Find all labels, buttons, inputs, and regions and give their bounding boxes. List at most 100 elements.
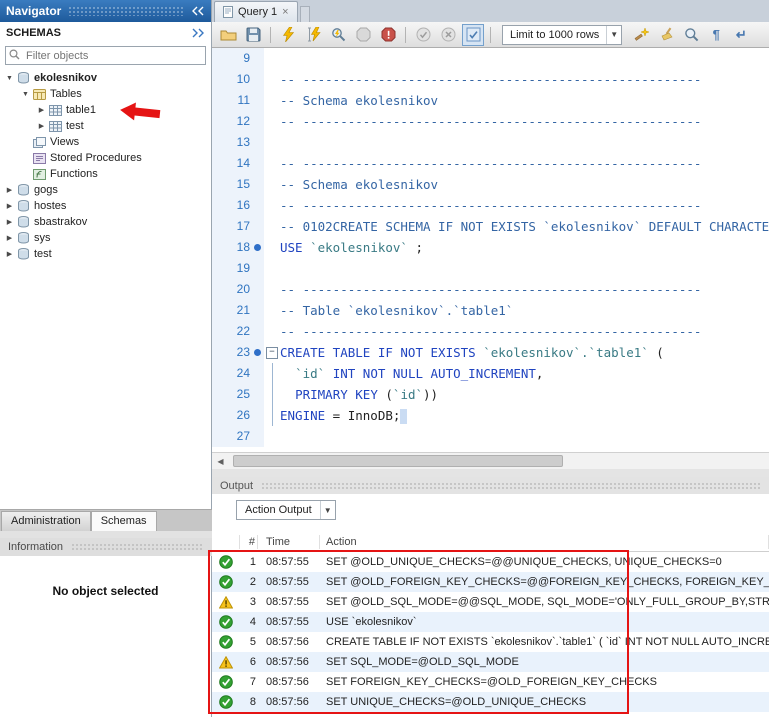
scrollbar-thumb[interactable] (233, 455, 563, 467)
expand-schemas-icon[interactable] (191, 28, 205, 38)
tree-item-test[interactable]: ▶ test (0, 118, 211, 134)
tree-collapsed-arrow-icon[interactable]: ▶ (36, 106, 47, 114)
editor-line[interactable]: 21-- Table `ekolesnikov`.`table1` (212, 300, 769, 321)
tree-item-table1[interactable]: ▶ table1 (0, 102, 211, 118)
save-script-icon[interactable] (243, 25, 263, 45)
tree-item-tables[interactable]: ▼Tables (0, 86, 211, 102)
row-index: 3 (240, 596, 258, 608)
wrap-text-icon[interactable]: ↵ (731, 25, 751, 45)
toggle-stop-on-error-icon[interactable] (378, 25, 398, 45)
row-time: 08:57:56 (258, 636, 320, 648)
find-icon[interactable] (681, 25, 701, 45)
horizontal-scrollbar[interactable]: ◀ (212, 452, 769, 469)
editor-line[interactable]: 9 (212, 48, 769, 69)
editor-line[interactable]: 20-- -----------------------------------… (212, 279, 769, 300)
tree-item-label: Functions (47, 168, 98, 180)
output-row[interactable]: 308:57:55SET @OLD_SQL_MODE=@@SQL_MODE, S… (212, 592, 769, 612)
editor-line[interactable]: 14-- -----------------------------------… (212, 153, 769, 174)
titlebar-grip (68, 6, 184, 16)
tree-item-label: table1 (63, 104, 96, 116)
explain-plan-icon[interactable] (328, 25, 348, 45)
tree-item-views[interactable]: Views (0, 134, 211, 150)
beautify-script-icon[interactable] (631, 25, 651, 45)
output-row[interactable]: 508:57:56CREATE TABLE IF NOT EXISTS `eko… (212, 632, 769, 652)
tree-item-ekolesnikov[interactable]: ▼ekolesnikov (0, 70, 211, 86)
output-row[interactable]: 708:57:56SET FOREIGN_KEY_CHECKS=@OLD_FOR… (212, 672, 769, 692)
editor-line[interactable]: 11-- Schema ekolesnikov (212, 90, 769, 111)
tab-query-1[interactable]: Query 1 × (214, 1, 298, 22)
success-icon (212, 635, 240, 649)
row-index: 7 (240, 676, 258, 688)
query-area: Query 1 × Limit to 1000 rows▼ ¶↵ 910-- --… (212, 0, 769, 717)
output-row[interactable]: 608:57:56SET SQL_MODE=@OLD_SQL_MODE (212, 652, 769, 672)
editor-line[interactable]: 12-- -----------------------------------… (212, 111, 769, 132)
stop-query-icon[interactable] (353, 25, 373, 45)
editor-line[interactable]: 15-- Schema ekolesnikov (212, 174, 769, 195)
chevron-down-icon[interactable]: ▼ (320, 501, 335, 519)
row-time: 08:57:55 (258, 616, 320, 628)
output-title: Output (220, 480, 253, 492)
output-view-select[interactable]: Action Output ▼ (236, 500, 336, 520)
invisible-characters-icon[interactable]: ¶ (706, 25, 726, 45)
sidebar-tab-administration[interactable]: Administration (1, 511, 91, 531)
column-header-action[interactable]: Action (320, 535, 769, 549)
execute-statement-icon[interactable] (278, 25, 298, 45)
collapse-panel-icon[interactable] (191, 6, 205, 16)
tree-collapsed-arrow-icon[interactable]: ▶ (4, 202, 15, 210)
output-row[interactable]: 408:57:55USE `ekolesnikov` (212, 612, 769, 632)
tree-item-gogs[interactable]: ▶gogs (0, 182, 211, 198)
column-header-num[interactable]: # (240, 535, 258, 549)
editor-line[interactable]: 27 (212, 426, 769, 447)
sidebar-tab-schemas[interactable]: Schemas (91, 511, 157, 531)
chevron-down-icon[interactable]: ▼ (606, 26, 621, 44)
limit-rows-select[interactable]: Limit to 1000 rows▼ (502, 25, 622, 45)
output-row[interactable]: 108:57:55SET @OLD_UNIQUE_CHECKS=@@UNIQUE… (212, 552, 769, 572)
navigator-panel: Navigator SCHEMAS ▼ekolesnikov▼Tables▶ta… (0, 0, 212, 717)
navigator-title: Navigator (6, 4, 61, 18)
editor-line[interactable]: 10-- -----------------------------------… (212, 69, 769, 90)
tree-item-test[interactable]: ▶test (0, 246, 211, 262)
execute-current-statement-icon[interactable] (303, 25, 323, 45)
line-number: 26 (212, 405, 264, 426)
tree-item-sbastrakov[interactable]: ▶sbastrakov (0, 214, 211, 230)
editor-line[interactable]: 25 PRIMARY KEY (`id`)) (212, 384, 769, 405)
tab-stub[interactable] (300, 6, 310, 22)
fold-collapse-icon[interactable] (264, 342, 280, 363)
editor-line[interactable]: 26ENGINE = InnoDB; (212, 405, 769, 426)
commit-icon[interactable] (413, 25, 433, 45)
editor-line[interactable]: 17-- 0102CREATE SCHEMA IF NOT EXISTS `ek… (212, 216, 769, 237)
close-tab-icon[interactable]: × (282, 6, 288, 18)
fold-column (264, 69, 280, 90)
toggle-autocommit-icon[interactable] (463, 25, 483, 45)
tree-item-functions[interactable]: Functions (0, 166, 211, 182)
tree-collapsed-arrow-icon[interactable]: ▶ (36, 122, 47, 130)
editor-line[interactable]: 19 (212, 258, 769, 279)
editor-line[interactable]: 18USE `ekolesnikov` ; (212, 237, 769, 258)
editor-line[interactable]: 22-- -----------------------------------… (212, 321, 769, 342)
editor-line[interactable]: 23CREATE TABLE IF NOT EXISTS `ekolesniko… (212, 342, 769, 363)
tree-item-stored-procedures[interactable]: Stored Procedures (0, 150, 211, 166)
sql-editor[interactable]: 910-- ----------------------------------… (212, 48, 769, 452)
editor-line[interactable]: 24 `id` INT NOT NULL AUTO_INCREMENT, (212, 363, 769, 384)
tree-collapsed-arrow-icon[interactable]: ▶ (4, 186, 15, 194)
editor-line[interactable]: 16-- -----------------------------------… (212, 195, 769, 216)
scroll-left-icon[interactable]: ◀ (212, 454, 229, 469)
tree-item-hostes[interactable]: ▶ hostes (0, 198, 211, 214)
editor-line[interactable]: 13 (212, 132, 769, 153)
open-script-icon[interactable] (218, 25, 238, 45)
tree-item-label: test (63, 120, 84, 132)
tree-collapsed-arrow-icon[interactable]: ▶ (4, 218, 15, 226)
clean-editor-icon[interactable] (656, 25, 676, 45)
output-row[interactable]: 808:57:56SET UNIQUE_CHECKS=@OLD_UNIQUE_C… (212, 692, 769, 712)
tree-item-label: hostes (31, 200, 66, 212)
filter-objects-input[interactable] (5, 46, 206, 65)
tree-expanded-arrow-icon[interactable]: ▼ (20, 91, 31, 98)
rollback-icon[interactable] (438, 25, 458, 45)
tree-item-sys[interactable]: ▶sys (0, 230, 211, 246)
tree-collapsed-arrow-icon[interactable]: ▶ (4, 234, 15, 242)
tree-collapsed-arrow-icon[interactable]: ▶ (4, 250, 15, 258)
fold-column (264, 216, 280, 237)
tree-expanded-arrow-icon[interactable]: ▼ (4, 75, 15, 82)
column-header-time[interactable]: Time (258, 535, 320, 549)
output-row[interactable]: 208:57:55SET @OLD_FOREIGN_KEY_CHECKS=@@F… (212, 572, 769, 592)
